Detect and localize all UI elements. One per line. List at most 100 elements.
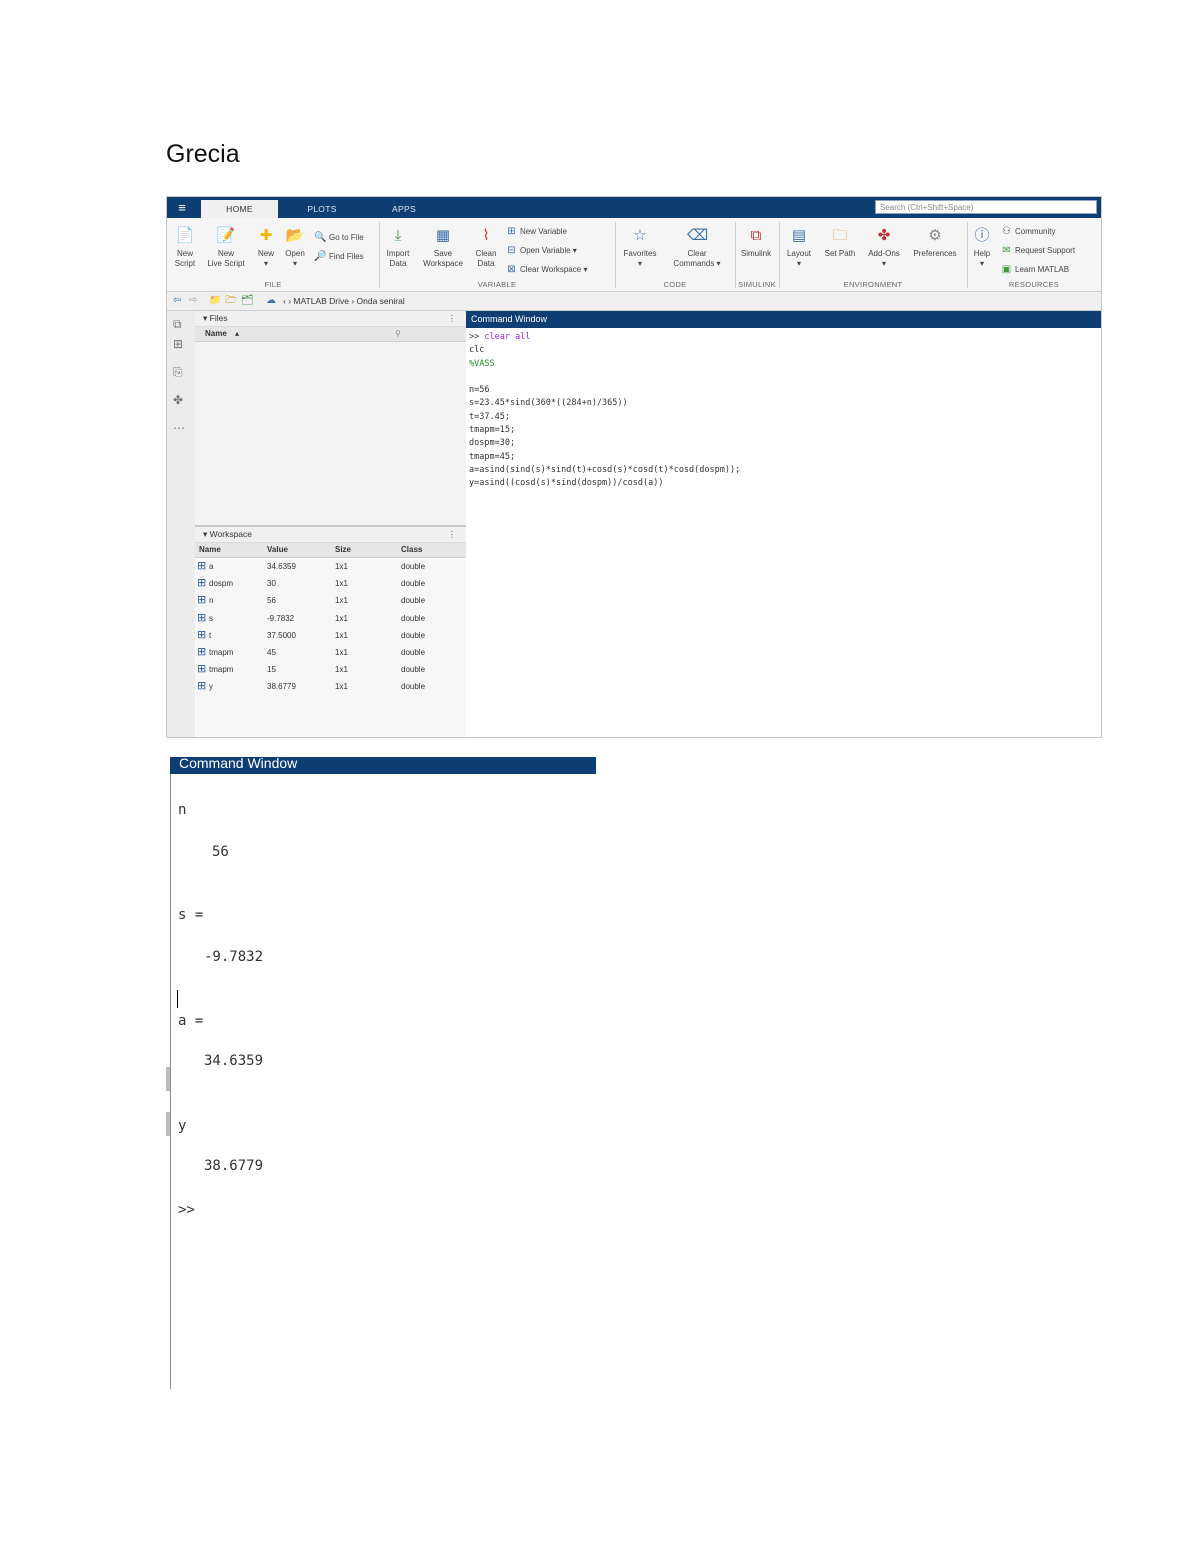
- folder-icon[interactable]: 🗁: [225, 292, 237, 310]
- forward-arrow-icon[interactable]: ⇨: [189, 292, 197, 310]
- files-column-header[interactable]: Name ▴ ⚲: [195, 327, 466, 342]
- save-label-2: Workspace: [423, 259, 463, 268]
- panel-options-icon[interactable]: ⋮: [448, 527, 457, 542]
- favorites-button[interactable]: ☆ Favorites ▾: [619, 226, 661, 269]
- clear-commands-label-2: Commands: [673, 259, 715, 268]
- set-path-button[interactable]: 🗀 Set Path: [821, 226, 859, 259]
- clean-label-1: Clean: [475, 249, 497, 258]
- command-window-output-screenshot[interactable]: Command Window n 56 s = -9.7832 a = 34.6…: [166, 757, 596, 1389]
- tab-home[interactable]: HOME: [201, 200, 278, 218]
- more-icon[interactable]: ⋯: [173, 421, 185, 435]
- layout-label: Layout: [786, 249, 812, 258]
- tab-apps[interactable]: APPS: [367, 200, 441, 218]
- table-row[interactable]: ⊞ tmapm 15 1x1 double: [195, 661, 466, 678]
- command-line: >> clear all: [469, 331, 740, 344]
- gutter-marker: [166, 1067, 170, 1091]
- command-line: t=37.45;: [469, 411, 740, 424]
- workspace-icon[interactable]: ⊞: [173, 337, 183, 351]
- table-row[interactable]: ⊞ s -9.7832 1x1 double: [195, 610, 466, 627]
- files-panel-header[interactable]: ▾ Files ⋮: [195, 311, 466, 327]
- new-variable-button[interactable]: ⊞ New Variable: [505, 226, 567, 237]
- add-ons-button[interactable]: ✤ Add-Ons ▾: [864, 226, 904, 269]
- filter-icon[interactable]: ⚲: [395, 327, 401, 341]
- new-script-button[interactable]: 📄 New Script: [170, 226, 200, 269]
- add-ons-icon[interactable]: ✤: [173, 393, 183, 407]
- find-files-button[interactable]: 🔎 Find Files: [314, 251, 363, 262]
- command-window[interactable]: Command Window >> clear all clc %VASS n=56…: [466, 311, 1101, 737]
- table-row[interactable]: ⊞ t 37.5000 1x1 double: [195, 627, 466, 644]
- clean-data-button[interactable]: ⌇ Clean Data: [471, 226, 501, 269]
- import-icon: ⤓: [394, 227, 402, 244]
- new-live-script-button[interactable]: 📝 New Live Script: [203, 226, 249, 269]
- separator: [379, 222, 380, 288]
- command-text: s=23.45*sind(360*((284+n)/365)): [469, 398, 628, 409]
- save-workspace-button[interactable]: ▦ Save Workspace: [419, 226, 467, 269]
- cell-class: double: [401, 596, 426, 606]
- cell-size: 1x1: [335, 682, 348, 692]
- variable-icon: ⊞: [197, 628, 207, 641]
- table-row[interactable]: ⊞ y 38.6779 1x1 double: [195, 678, 466, 695]
- menu-icon[interactable]: ≡: [174, 200, 190, 215]
- layout-icon: ▤: [791, 227, 807, 244]
- set-path-label: Set Path: [824, 249, 856, 258]
- new-script-icon: 📄: [175, 227, 195, 244]
- import-data-button[interactable]: ⤓ Import Data: [383, 226, 413, 269]
- set-path-icon: 🗀: [832, 227, 848, 244]
- breadcrumb-matlab-drive[interactable]: MATLAB Drive: [293, 296, 349, 306]
- table-row[interactable]: ⊞ n 56 1x1 double: [195, 592, 466, 609]
- column-name[interactable]: Name: [199, 543, 221, 557]
- new-live-script-label-1: New: [217, 249, 234, 258]
- find-files-icon: 🔎: [314, 251, 327, 262]
- column-size[interactable]: Size: [335, 543, 351, 557]
- simulink-icon: ⧉: [750, 227, 762, 244]
- output-a-label: a =: [178, 1013, 204, 1029]
- open-variable-button[interactable]: ⊟ Open Variable ▾: [505, 245, 577, 256]
- new-button[interactable]: ✚ New ▾: [253, 226, 279, 269]
- simulink-button[interactable]: ⧉ Simulink: [737, 226, 775, 259]
- table-row[interactable]: ⊞ tmapm 45 1x1 double: [195, 644, 466, 661]
- column-value[interactable]: Value: [267, 543, 288, 557]
- chevron-down-icon: ▾: [637, 259, 642, 268]
- files-icon[interactable]: ⧉: [173, 317, 182, 332]
- favorites-icon: ☆: [633, 227, 647, 244]
- clear-commands-button[interactable]: ⌫ Clear Commands ▾: [667, 226, 727, 269]
- breadcrumb[interactable]: ‹ › MATLAB Drive › Onda seniral: [283, 292, 405, 310]
- command-history[interactable]: >> clear all clc %VASS n=56 s=23.45*sind(36…: [469, 331, 740, 491]
- section-resources: RESOURCES: [1008, 280, 1060, 289]
- new-script-label-2: Script: [174, 259, 196, 268]
- open-button[interactable]: 📂 Open ▾: [281, 226, 309, 269]
- editor-icon[interactable]: ⎘: [173, 365, 183, 380]
- command-prompt[interactable]: >>: [178, 1202, 195, 1218]
- address-bar: ⇦ ⇨ 📁 🗁 🗂 ☁ ‹ › MATLAB Drive › Onda seni…: [167, 292, 1101, 311]
- community-button[interactable]: ⚇ Community: [1000, 226, 1055, 237]
- table-row[interactable]: ⊞ a 34.6359 1x1 double: [195, 558, 466, 575]
- up-folder-icon[interactable]: 📁: [209, 292, 221, 310]
- simulink-label: Simulink: [740, 249, 772, 258]
- workspace-panel-header[interactable]: ▾ Workspace ⋮: [195, 527, 466, 543]
- ribbon: 📄 New Script 📝 New Live Script ✚ New ▾ 📂…: [167, 218, 1101, 292]
- cell-value: 15: [267, 665, 276, 675]
- command-line: [469, 371, 740, 384]
- breadcrumb-folder[interactable]: Onda seniral: [357, 296, 405, 306]
- help-button[interactable]: ⓘ Help ▾: [970, 226, 994, 269]
- clear-workspace-button[interactable]: ⊠ Clear Workspace ▾: [505, 264, 587, 275]
- panel-options-icon[interactable]: ⋮: [448, 311, 457, 326]
- favorites-label: Favorites: [623, 249, 657, 258]
- tab-plots[interactable]: PLOTS: [285, 200, 359, 218]
- browse-folder-icon[interactable]: 🗂: [241, 292, 254, 310]
- request-support-label: Request Support: [1015, 246, 1076, 255]
- layout-button[interactable]: ▤ Layout ▾: [782, 226, 816, 269]
- go-to-file-button[interactable]: 🔍 Go to File: [314, 232, 363, 243]
- workspace-column-header: Name Value Size Class: [195, 543, 466, 558]
- request-support-button[interactable]: ✉ Request Support: [1000, 245, 1075, 256]
- learn-matlab-button[interactable]: ▣ Learn MATLAB: [1000, 264, 1069, 275]
- back-arrow-icon[interactable]: ⇦: [173, 292, 181, 310]
- cell-name: dospm: [209, 579, 234, 589]
- preferences-button[interactable]: ⚙ Preferences: [909, 226, 961, 259]
- new-live-script-label-2: Live Script: [207, 259, 245, 268]
- name-column-label: Name: [205, 329, 227, 338]
- column-class[interactable]: Class: [401, 543, 422, 557]
- search-input[interactable]: Search (Ctrl+Shift+Space): [875, 200, 1097, 214]
- support-icon: ✉: [1002, 245, 1011, 256]
- table-row[interactable]: ⊞ dospm 30 1x1 double: [195, 575, 466, 592]
